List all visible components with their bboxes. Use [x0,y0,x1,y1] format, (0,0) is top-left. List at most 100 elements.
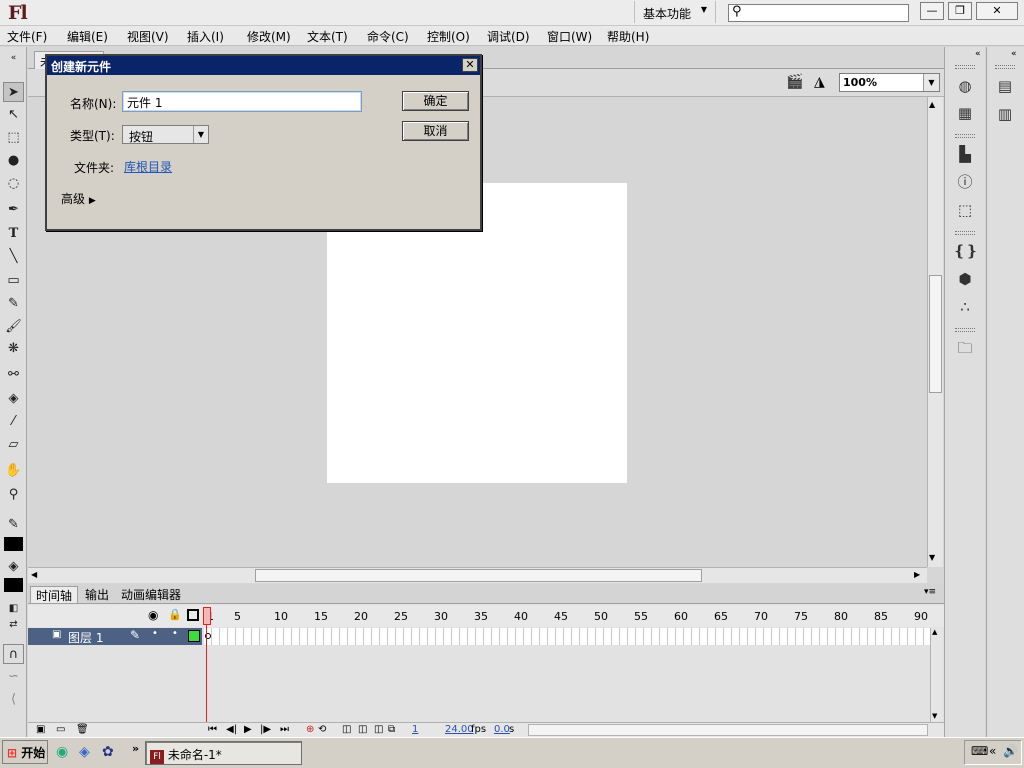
menu-help[interactable]: 帮助(H) [607,28,649,45]
close-icon[interactable]: ✕ [462,58,478,72]
delete-icon[interactable]: 🗑 [76,724,89,735]
onion-markers-icon[interactable]: ⧉ [388,724,395,735]
zoom-tool-icon[interactable]: ⚲ [3,485,24,505]
project-panel-icon[interactable]: 🗀 [953,337,977,359]
tab-output[interactable]: 输出 [80,586,114,603]
line-tool-icon[interactable]: ╲ [3,247,24,267]
fps-value[interactable]: 24.00 [445,724,474,735]
symbol-type-select[interactable]: 按钮 ▼ [122,125,209,144]
dialog-title-bar[interactable]: 创建新元件 ✕ [47,56,480,75]
center-frame-icon[interactable]: ⊕ [306,724,314,735]
motion-presets-icon[interactable]: ∴ [953,296,977,318]
folder-link[interactable]: 库根目录 [124,158,172,175]
layer-lock-dot[interactable]: • [172,628,178,639]
advanced-toggle[interactable]: 高级 ▶ [61,190,96,207]
timeline-horizontal-scrollbar[interactable] [528,724,928,736]
tab-motion-editor[interactable]: 动画编辑器 [116,586,186,603]
minimize-button[interactable]: — [920,2,944,20]
actions-panel-icon[interactable]: ❴❵ [953,240,978,262]
panel-grip[interactable] [955,134,975,138]
library-panel-icon[interactable]: ▥ [993,103,1017,125]
taskbar-window-item[interactable]: Fl 未命名-1* [145,741,302,765]
menu-control[interactable]: 控制(O) [427,28,470,45]
menu-text[interactable]: 文本(T) [307,28,348,45]
lock-all-icon[interactable]: 🔒 [168,608,182,621]
ok-button[interactable]: 确定 [402,91,469,111]
outline-all-icon[interactable] [187,609,199,621]
align-panel-icon[interactable]: ▙ [953,143,977,165]
play-icon[interactable]: ▶ [244,724,252,735]
cancel-button[interactable]: 取消 [402,121,469,141]
onion-outline-icon[interactable]: ◫ [358,724,367,735]
swatches-panel-icon[interactable]: ▦ [953,102,977,124]
help-search-input[interactable]: ⚲ [728,4,909,22]
settings-quicklaunch-icon[interactable]: ✿ [102,744,114,760]
swap-colors-icon[interactable]: ⇄ [3,615,24,635]
panel-grip[interactable] [995,65,1015,69]
deco-tool-icon[interactable]: ❋ [3,339,24,359]
step-forward-icon[interactable]: |▶ [260,724,271,735]
collapse-panel-icon[interactable]: « [975,49,981,59]
panel-grip[interactable] [955,65,975,69]
workspace-switcher[interactable]: 基本功能 ▼ [634,1,716,23]
layer-visible-dot[interactable]: • [152,628,158,639]
text-tool-icon[interactable]: T [3,224,24,244]
collapse-panel-icon[interactable]: « [1011,49,1017,59]
collapse-panel-icon[interactable]: « [3,48,24,68]
close-window-button[interactable]: ✕ [976,2,1018,20]
vertical-scroll-thumb[interactable] [929,275,942,393]
subselection-tool-icon[interactable]: ↖ [3,105,24,125]
new-layer-icon[interactable]: ▣ [36,724,45,735]
edit-multiple-frames-icon[interactable]: ◫ [374,724,383,735]
menu-debug[interactable]: 调试(D) [487,28,530,45]
zoom-select[interactable]: 100% ▼ [839,73,940,92]
new-folder-icon[interactable]: ▭ [56,724,65,735]
horizontal-scrollbar[interactable]: ◀ ▶ [28,567,927,583]
quicklaunch-more-icon[interactable]: » [132,742,139,755]
stroke-color-swatch[interactable] [4,537,23,551]
scroll-up-icon[interactable]: ▲ [929,100,935,109]
app-quicklaunch-icon[interactable]: ◈ [79,744,90,760]
panel-menu-icon[interactable]: ▾≡ [924,587,936,597]
scroll-down-icon[interactable]: ▼ [932,712,937,720]
panel-grip[interactable] [955,328,975,332]
edit-scene-icon[interactable]: 🎬 [786,74,803,90]
step-back-icon[interactable]: ◀| [226,724,237,735]
info-panel-icon[interactable]: ⓘ [953,171,977,193]
menu-edit[interactable]: 编辑(E) [67,28,108,45]
tray-expand-icon[interactable]: « [989,744,996,758]
panel-grip[interactable] [955,231,975,235]
fill-color-swatch[interactable] [4,578,23,592]
layer-name[interactable]: 图层 1 [68,629,103,646]
loop-icon[interactable]: ⟲ [318,724,326,735]
tab-timeline[interactable]: 时间轴 [30,586,79,603]
components-panel-icon[interactable]: ⬢ [953,268,977,290]
playhead-handle[interactable] [203,607,211,625]
first-frame-icon[interactable]: ⏮ [208,724,217,735]
symbol-name-input[interactable]: 元件 1 [122,91,362,112]
keyboard-icon[interactable]: ⌨ [971,744,988,758]
start-button[interactable]: ⊞ 开始 [2,740,48,764]
straighten-icon[interactable]: ⟨ [3,690,24,710]
browser-quicklaunch-icon[interactable]: ◉ [56,744,68,760]
eraser-tool-icon[interactable]: ▱ [3,435,24,455]
lasso-tool-icon[interactable]: ◌ [3,174,24,194]
pencil-tool-icon[interactable]: ✎ [3,294,24,314]
transform-panel-icon[interactable]: ⬚ [953,199,977,221]
timeline-vertical-scrollbar[interactable]: ▲ ▼ [930,628,942,723]
scroll-up-icon[interactable]: ▲ [932,628,937,636]
3d-rotation-tool-icon[interactable]: ● [3,151,24,171]
brush-tool-icon[interactable]: 🖌 [3,317,24,337]
horizontal-scroll-thumb[interactable] [255,569,702,582]
last-frame-icon[interactable]: ⏭ [280,724,289,735]
pen-tool-icon[interactable]: ✒ [3,200,24,220]
menu-window[interactable]: 窗口(W) [547,28,592,45]
restore-button[interactable]: ❐ [948,2,972,20]
rectangle-tool-icon[interactable]: ▭ [3,271,24,291]
color-panel-icon[interactable]: ◍ [953,75,977,97]
frames-track[interactable] [204,628,930,645]
scroll-down-icon[interactable]: ▼ [929,553,935,562]
menu-commands[interactable]: 命令(C) [367,28,409,45]
onion-skin-icon[interactable]: ◫ [342,724,351,735]
stroke-color-icon[interactable]: ✎ [3,515,24,535]
